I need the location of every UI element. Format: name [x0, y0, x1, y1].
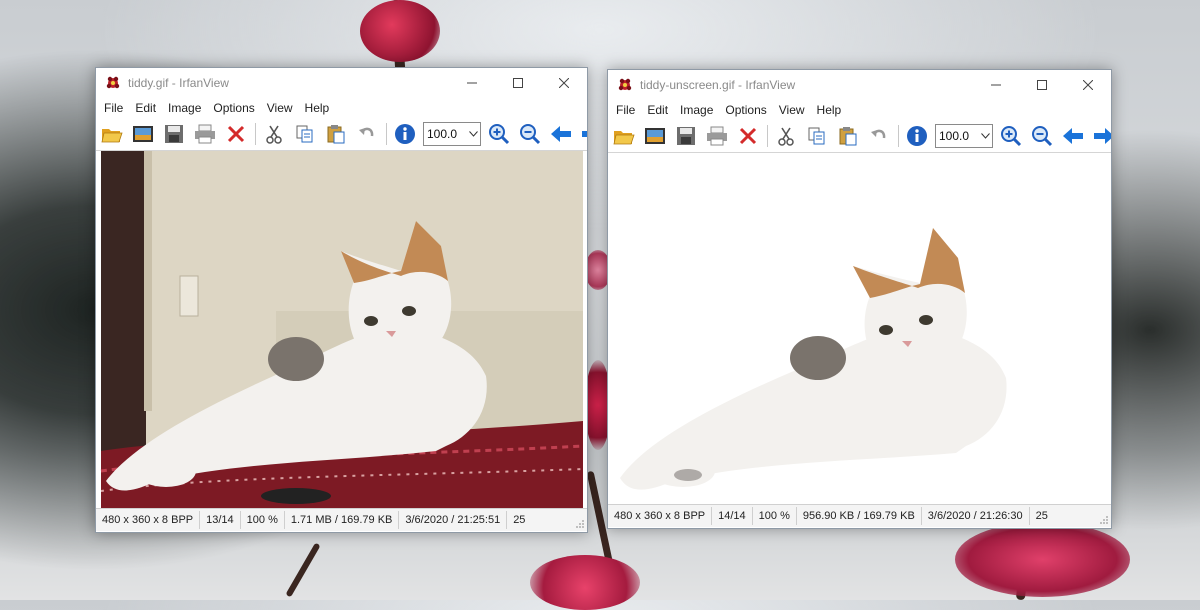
resize-grip-icon[interactable] — [1099, 515, 1109, 525]
paste-icon[interactable] — [323, 121, 349, 147]
status-bar: 480 x 360 x 8 BPP 13/14 100 % 1.71 MB / … — [96, 508, 587, 531]
window-title: tiddy-unscreen.gif - IrfanView — [640, 78, 796, 92]
open-folder-icon[interactable] — [611, 123, 637, 149]
irfanview-window-unscreen[interactable]: tiddy-unscreen.gif - IrfanView File Edit… — [607, 69, 1112, 529]
menu-help[interactable]: Help — [812, 100, 847, 120]
status-filesize: 1.71 MB / 169.79 KB — [285, 511, 400, 529]
zoom-in-icon[interactable] — [486, 121, 512, 147]
slideshow-icon[interactable] — [642, 123, 668, 149]
background-branch — [285, 542, 321, 598]
irfanview-window-original[interactable]: tiddy.gif - IrfanView File Edit Image Op… — [95, 67, 588, 533]
delete-icon[interactable] — [735, 123, 761, 149]
toolbar-separator — [255, 123, 256, 145]
status-filesize: 956.90 KB / 169.79 KB — [797, 507, 922, 525]
menu-view[interactable]: View — [262, 98, 298, 118]
minimize-button[interactable] — [973, 70, 1019, 100]
background-blossom — [360, 0, 440, 62]
status-dimensions: 480 x 360 x 8 BPP — [96, 511, 201, 529]
status-bar: 480 x 360 x 8 BPP 14/14 100 % 956.90 KB … — [608, 504, 1111, 527]
menu-edit[interactable]: Edit — [130, 98, 161, 118]
slideshow-icon[interactable] — [130, 121, 156, 147]
menu-file[interactable]: File — [611, 100, 640, 120]
info-icon[interactable] — [904, 123, 930, 149]
zoom-out-icon[interactable] — [517, 121, 543, 147]
status-zoom: 100 % — [241, 511, 285, 529]
maximize-button[interactable] — [495, 68, 541, 98]
zoom-value: 100.0 — [427, 127, 458, 141]
zoom-select[interactable]: 100.0 — [423, 122, 481, 146]
open-folder-icon[interactable] — [99, 121, 125, 147]
zoom-value: 100.0 — [939, 129, 970, 143]
save-icon[interactable] — [673, 123, 699, 149]
menu-file[interactable]: File — [99, 98, 128, 118]
toolbar: 100.0 — [96, 118, 587, 151]
previous-icon[interactable] — [548, 121, 574, 147]
menu-bar: File Edit Image Options View Help — [96, 98, 587, 118]
image-canvas[interactable] — [608, 153, 1111, 504]
title-bar[interactable]: tiddy.gif - IrfanView — [96, 68, 587, 98]
close-button[interactable] — [1065, 70, 1111, 100]
status-delay: 25 — [1035, 510, 1048, 522]
cut-icon[interactable] — [773, 123, 799, 149]
undo-icon[interactable] — [354, 121, 380, 147]
cat-photo-image — [100, 151, 584, 508]
zoom-in-icon[interactable] — [998, 123, 1024, 149]
window-title: tiddy.gif - IrfanView — [128, 76, 229, 90]
status-datetime: 3/6/2020 / 21:25:51 — [399, 511, 508, 529]
cat-cutout-image — [620, 228, 1007, 490]
chevron-down-icon[interactable] — [978, 126, 992, 146]
status-datetime: 3/6/2020 / 21:26:30 — [922, 507, 1030, 525]
print-icon[interactable] — [192, 121, 218, 147]
menu-help[interactable]: Help — [300, 98, 335, 118]
status-delay: 25 — [513, 514, 526, 526]
menu-image[interactable]: Image — [163, 98, 206, 118]
save-icon[interactable] — [161, 121, 187, 147]
previous-icon[interactable] — [1060, 123, 1086, 149]
toolbar: 100.0 — [608, 120, 1111, 153]
chevron-down-icon[interactable] — [466, 124, 480, 144]
resize-grip-icon[interactable] — [575, 519, 585, 529]
status-dimensions: 480 x 360 x 8 BPP — [608, 507, 713, 525]
menu-edit[interactable]: Edit — [642, 100, 673, 120]
zoom-out-icon[interactable] — [1029, 123, 1055, 149]
undo-icon[interactable] — [866, 123, 892, 149]
background-blossom — [955, 522, 1130, 597]
info-icon[interactable] — [392, 121, 418, 147]
delete-icon[interactable] — [223, 121, 249, 147]
image-canvas[interactable] — [96, 151, 587, 508]
print-icon[interactable] — [704, 123, 730, 149]
menu-options[interactable]: Options — [208, 98, 259, 118]
status-frame: 14/14 — [712, 507, 753, 525]
toolbar-separator — [386, 123, 387, 145]
zoom-select[interactable]: 100.0 — [935, 124, 993, 148]
paste-icon[interactable] — [835, 123, 861, 149]
minimize-button[interactable] — [449, 68, 495, 98]
title-bar[interactable]: tiddy-unscreen.gif - IrfanView — [608, 70, 1111, 100]
copy-icon[interactable] — [292, 121, 318, 147]
next-icon[interactable] — [1091, 123, 1111, 149]
copy-icon[interactable] — [804, 123, 830, 149]
menu-bar: File Edit Image Options View Help — [608, 100, 1111, 120]
background-blossom — [530, 555, 640, 610]
next-icon[interactable] — [579, 121, 587, 147]
menu-options[interactable]: Options — [720, 100, 771, 120]
irfanview-app-icon — [617, 77, 633, 93]
menu-image[interactable]: Image — [675, 100, 718, 120]
irfanview-app-icon — [105, 75, 121, 91]
menu-view[interactable]: View — [774, 100, 810, 120]
toolbar-separator — [767, 125, 768, 147]
maximize-button[interactable] — [1019, 70, 1065, 100]
status-frame: 13/14 — [200, 511, 241, 529]
cut-icon[interactable] — [261, 121, 287, 147]
toolbar-separator — [898, 125, 899, 147]
close-button[interactable] — [541, 68, 587, 98]
status-zoom: 100 % — [753, 507, 797, 525]
